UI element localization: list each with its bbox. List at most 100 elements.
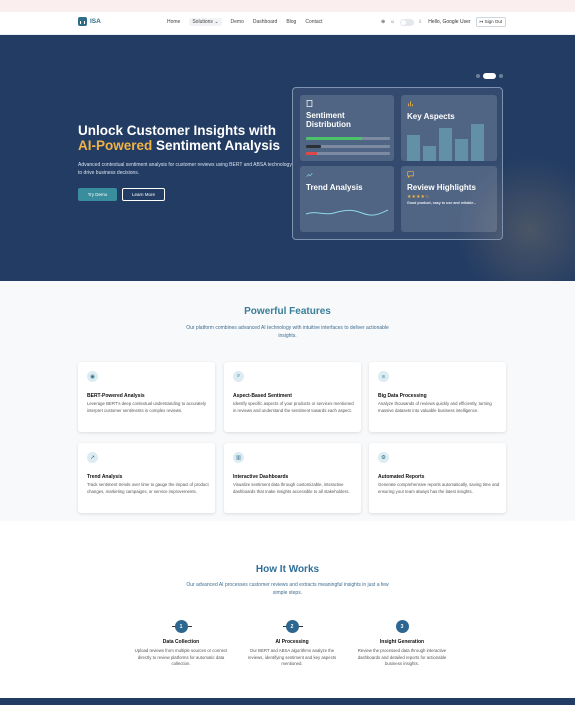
- neutral-bar: [306, 145, 390, 148]
- review-snippet: Good product, easy to use and reliable..…: [407, 201, 477, 205]
- sign-out-label: Sign Out: [484, 19, 503, 24]
- feature-desc: Visualize sentiment data through customi…: [233, 482, 350, 494]
- nav-link-blog[interactable]: Blog: [286, 19, 296, 26]
- feature-desc: Generate comprehensive reports automatic…: [378, 482, 500, 494]
- moon-icon: ☾: [418, 19, 424, 25]
- dashboard-preview: Sentiment Distribution Key Aspects Trend…: [292, 87, 503, 240]
- features-subtitle: Our platform combines advanced AI techno…: [0, 324, 575, 340]
- sun-icon: ☼: [390, 19, 395, 25]
- navbar: ISA Home Solutions ⌄ Demo Dashboard Blog…: [0, 12, 575, 35]
- document-icon: [306, 100, 313, 107]
- trend-icon: [306, 172, 313, 177]
- nav-link-solutions-label: Solutions: [192, 19, 213, 25]
- hero-title-rest: Sentiment Analysis: [152, 138, 281, 153]
- logo[interactable]: ISA: [78, 17, 101, 26]
- globe-icon[interactable]: ⊕: [381, 19, 385, 25]
- try-demo-button[interactable]: Try Demo: [78, 188, 117, 201]
- feature-card[interactable]: ↗ Trend Analysis Track sentiment trends …: [78, 443, 215, 513]
- step-item: 2 AI Processing Our BERT and ABSA algori…: [242, 620, 342, 668]
- step-desc: Our BERT and ABSA algorithms analyze the…: [247, 648, 337, 666]
- hero-title-accent: AI-Powered: [78, 138, 153, 153]
- feature-desc: Identify specific aspects of your produc…: [233, 401, 354, 413]
- step-number: 2: [285, 620, 299, 633]
- nav-right: ⊕ ☼ ☾ Hello, Google User ↦ Sign Out: [381, 17, 507, 27]
- footer: [0, 698, 575, 705]
- nav-link-home[interactable]: Home: [167, 19, 180, 26]
- how-it-works-section: [0, 521, 575, 698]
- nav-link-dashboard[interactable]: Dashboard: [253, 19, 277, 26]
- key-aspects-card: Key Aspects: [401, 95, 497, 161]
- learn-more-button[interactable]: Learn More: [122, 188, 165, 201]
- logo-icon: [78, 17, 87, 26]
- theme-toggle[interactable]: [399, 18, 414, 26]
- gear-icon: ⚙: [378, 452, 389, 463]
- feature-title: BERT-Powered Analysis: [87, 393, 145, 399]
- feature-card[interactable]: ≡ Big Data Processing Analyze thousands …: [369, 362, 506, 432]
- feature-title: Automated Reports: [378, 474, 425, 480]
- positive-bar: [306, 137, 390, 140]
- step-desc: Review the processed data through intera…: [357, 648, 447, 666]
- logo-text: ISA: [90, 18, 101, 25]
- feature-card[interactable]: ▥ Interactive Dashboards Visualize senti…: [224, 443, 361, 513]
- carousel-dot[interactable]: [476, 74, 480, 78]
- brain-icon: ◉: [87, 371, 98, 382]
- features-title: Powerful Features: [244, 306, 331, 317]
- step-item: 1 Data Collection Upload reviews from mu…: [131, 620, 231, 668]
- user-greeting: Hello, Google User: [428, 19, 471, 25]
- step-number: 1: [174, 620, 188, 633]
- trend-card-title: Trend Analysis: [306, 183, 363, 192]
- feature-title: Interactive Dashboards: [233, 474, 289, 480]
- carousel-dot-active[interactable]: [483, 73, 496, 79]
- feature-card[interactable]: ⌕ Aspect-Based Sentiment Identify specif…: [224, 362, 361, 432]
- feature-title: Aspect-Based Sentiment: [233, 393, 292, 399]
- step-desc: Upload reviews from multiple sources or …: [134, 648, 228, 666]
- nav-link-solutions[interactable]: Solutions ⌄: [189, 18, 222, 26]
- nav-link-demo[interactable]: Demo: [231, 19, 244, 26]
- how-subtitle: Our advanced AI processes customer revie…: [0, 581, 575, 597]
- trend-icon: ↗: [87, 452, 98, 463]
- sentiment-card-title: Sentiment Distribution: [306, 111, 351, 129]
- feature-desc: Analyze thousands of reviews quickly and…: [378, 401, 492, 413]
- nav-link-contact[interactable]: Contact: [305, 19, 322, 26]
- step-title: Data Collection: [162, 639, 200, 645]
- aspect-column: [439, 128, 452, 161]
- bar-chart-icon: [407, 101, 414, 107]
- trend-line: [306, 209, 388, 216]
- logout-icon: ↦: [479, 19, 484, 24]
- hero-title: Unlock Customer Insights with AI-Powered…: [78, 123, 308, 153]
- negative-bar: [306, 152, 390, 155]
- trend-analysis-card: Trend Analysis: [300, 166, 394, 232]
- sign-out-button[interactable]: ↦ Sign Out: [475, 17, 507, 27]
- feature-card[interactable]: ⚙ Automated Reports Generate comprehensi…: [369, 443, 506, 513]
- chart-icon: ▥: [233, 452, 244, 463]
- feature-card[interactable]: ◉ BERT-Powered Analysis Leverage BERT's …: [78, 362, 215, 432]
- chevron-down-icon: ⌄: [214, 19, 219, 25]
- aspect-column: [423, 146, 436, 161]
- how-title: How It Works: [255, 564, 320, 575]
- carousel-indicator: [476, 73, 503, 79]
- rating-stars: ★★★★☆: [407, 194, 430, 200]
- features-subtitle-text: Our platform combines advanced AI techno…: [186, 325, 389, 339]
- database-icon: ≡: [378, 371, 389, 382]
- how-subtitle-text: Our advanced AI processes customer revie…: [186, 582, 389, 596]
- review-highlights-card: Review Highlights ★★★★☆ Good product, ea…: [401, 166, 497, 232]
- step-number: 3: [395, 620, 409, 633]
- aspect-column: [407, 135, 420, 161]
- comment-icon: [407, 171, 414, 178]
- carousel-dot[interactable]: [499, 74, 503, 78]
- nav-links: Home Solutions ⌄ Demo Dashboard Blog Con…: [167, 18, 332, 26]
- step-title: Insight Generation: [379, 639, 425, 645]
- sentiment-card: Sentiment Distribution: [300, 95, 394, 161]
- step-item: 3 Insight Generation Review the processe…: [352, 620, 452, 668]
- aspect-column: [471, 124, 484, 161]
- key-aspects-card-title: Key Aspects: [407, 112, 455, 121]
- aspect-column: [455, 139, 468, 161]
- hero-title-line1: Unlock Customer Insights with: [78, 123, 277, 138]
- feature-desc: Track sentiment trends over time to gaug…: [87, 482, 209, 494]
- step-title: AI Processing: [275, 639, 309, 645]
- search-icon: ⌕: [233, 371, 244, 382]
- feature-title: Big Data Processing: [378, 393, 427, 399]
- feature-title: Trend Analysis: [87, 474, 123, 480]
- review-highlights-title: Review Highlights: [407, 183, 476, 192]
- hero-description: Advanced contextual sentiment analysis f…: [78, 162, 292, 176]
